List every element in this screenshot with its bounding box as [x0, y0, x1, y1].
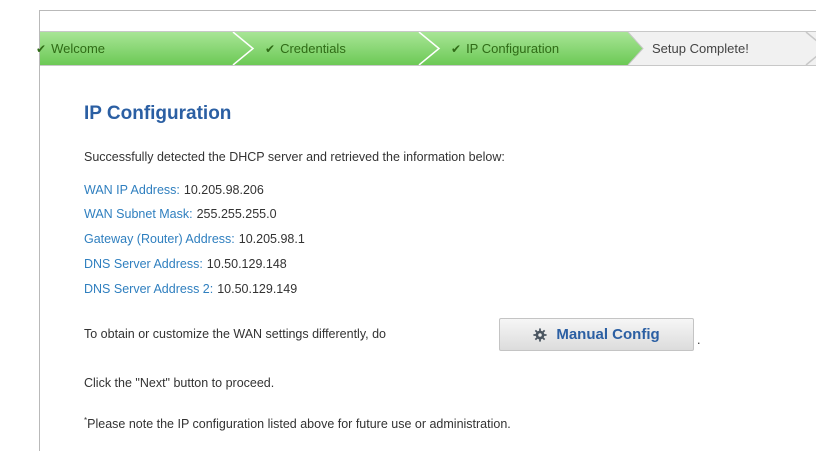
info-row-dns-2: DNS Server Address 2: 10.50.129.149: [84, 282, 297, 296]
note-text: *Please note the IP configuration listed…: [84, 416, 511, 431]
manual-config-label: Manual Config: [556, 326, 660, 343]
info-row-subnet-mask: WAN Subnet Mask: 255.255.255.0: [84, 207, 277, 221]
step-credentials: ✔ Credentials: [265, 32, 346, 65]
checkmark-icon: ✔: [265, 42, 276, 56]
step-setup-complete: Setup Complete!: [652, 32, 749, 65]
field-label: WAN IP Address:: [84, 183, 180, 197]
wizard-progress-bar: ✔ Welcome ✔ Credentials ✔ IP Configuration …: [36, 31, 816, 66]
field-label: DNS Server Address:: [84, 257, 203, 271]
gear-icon: [533, 327, 547, 342]
trailing-period: .: [697, 333, 701, 347]
field-label: DNS Server Address 2:: [84, 282, 214, 296]
step-separator: [805, 32, 816, 65]
step-welcome: ✔ Welcome: [36, 32, 105, 65]
field-value: 10.205.98.206: [183, 183, 264, 197]
field-label: WAN Subnet Mask:: [84, 207, 193, 221]
field-value: 255.255.255.0: [196, 207, 277, 221]
info-row-wan-ip: WAN IP Address: 10.205.98.206: [84, 183, 264, 197]
step-label: IP Configuration: [466, 41, 560, 56]
intro-text: Successfully detected the DHCP server an…: [84, 150, 505, 164]
step-label: Setup Complete!: [652, 41, 749, 56]
checkmark-icon: ✔: [451, 42, 462, 56]
checkmark-icon: ✔: [36, 42, 47, 56]
customize-text: To obtain or customize the WAN settings …: [84, 327, 386, 341]
info-row-gateway: Gateway (Router) Address: 10.205.98.1: [84, 232, 305, 246]
next-instruction-text: Click the "Next" button to proceed.: [84, 376, 275, 390]
step-label: Welcome: [51, 41, 106, 56]
field-label: Gateway (Router) Address:: [84, 232, 235, 246]
step-label: Credentials: [280, 41, 346, 56]
page-title: IP Configuration: [84, 103, 232, 124]
note-body: Please note the IP configuration listed …: [87, 417, 511, 432]
manual-config-button[interactable]: Manual Config: [499, 318, 694, 351]
field-value: 10.50.129.148: [206, 257, 287, 271]
info-row-dns-1: DNS Server Address: 10.50.129.148: [84, 257, 287, 271]
field-value: 10.205.98.1: [238, 232, 305, 246]
step-ip-configuration: ✔ IP Configuration: [451, 32, 559, 65]
field-value: 10.50.129.149: [217, 282, 298, 296]
